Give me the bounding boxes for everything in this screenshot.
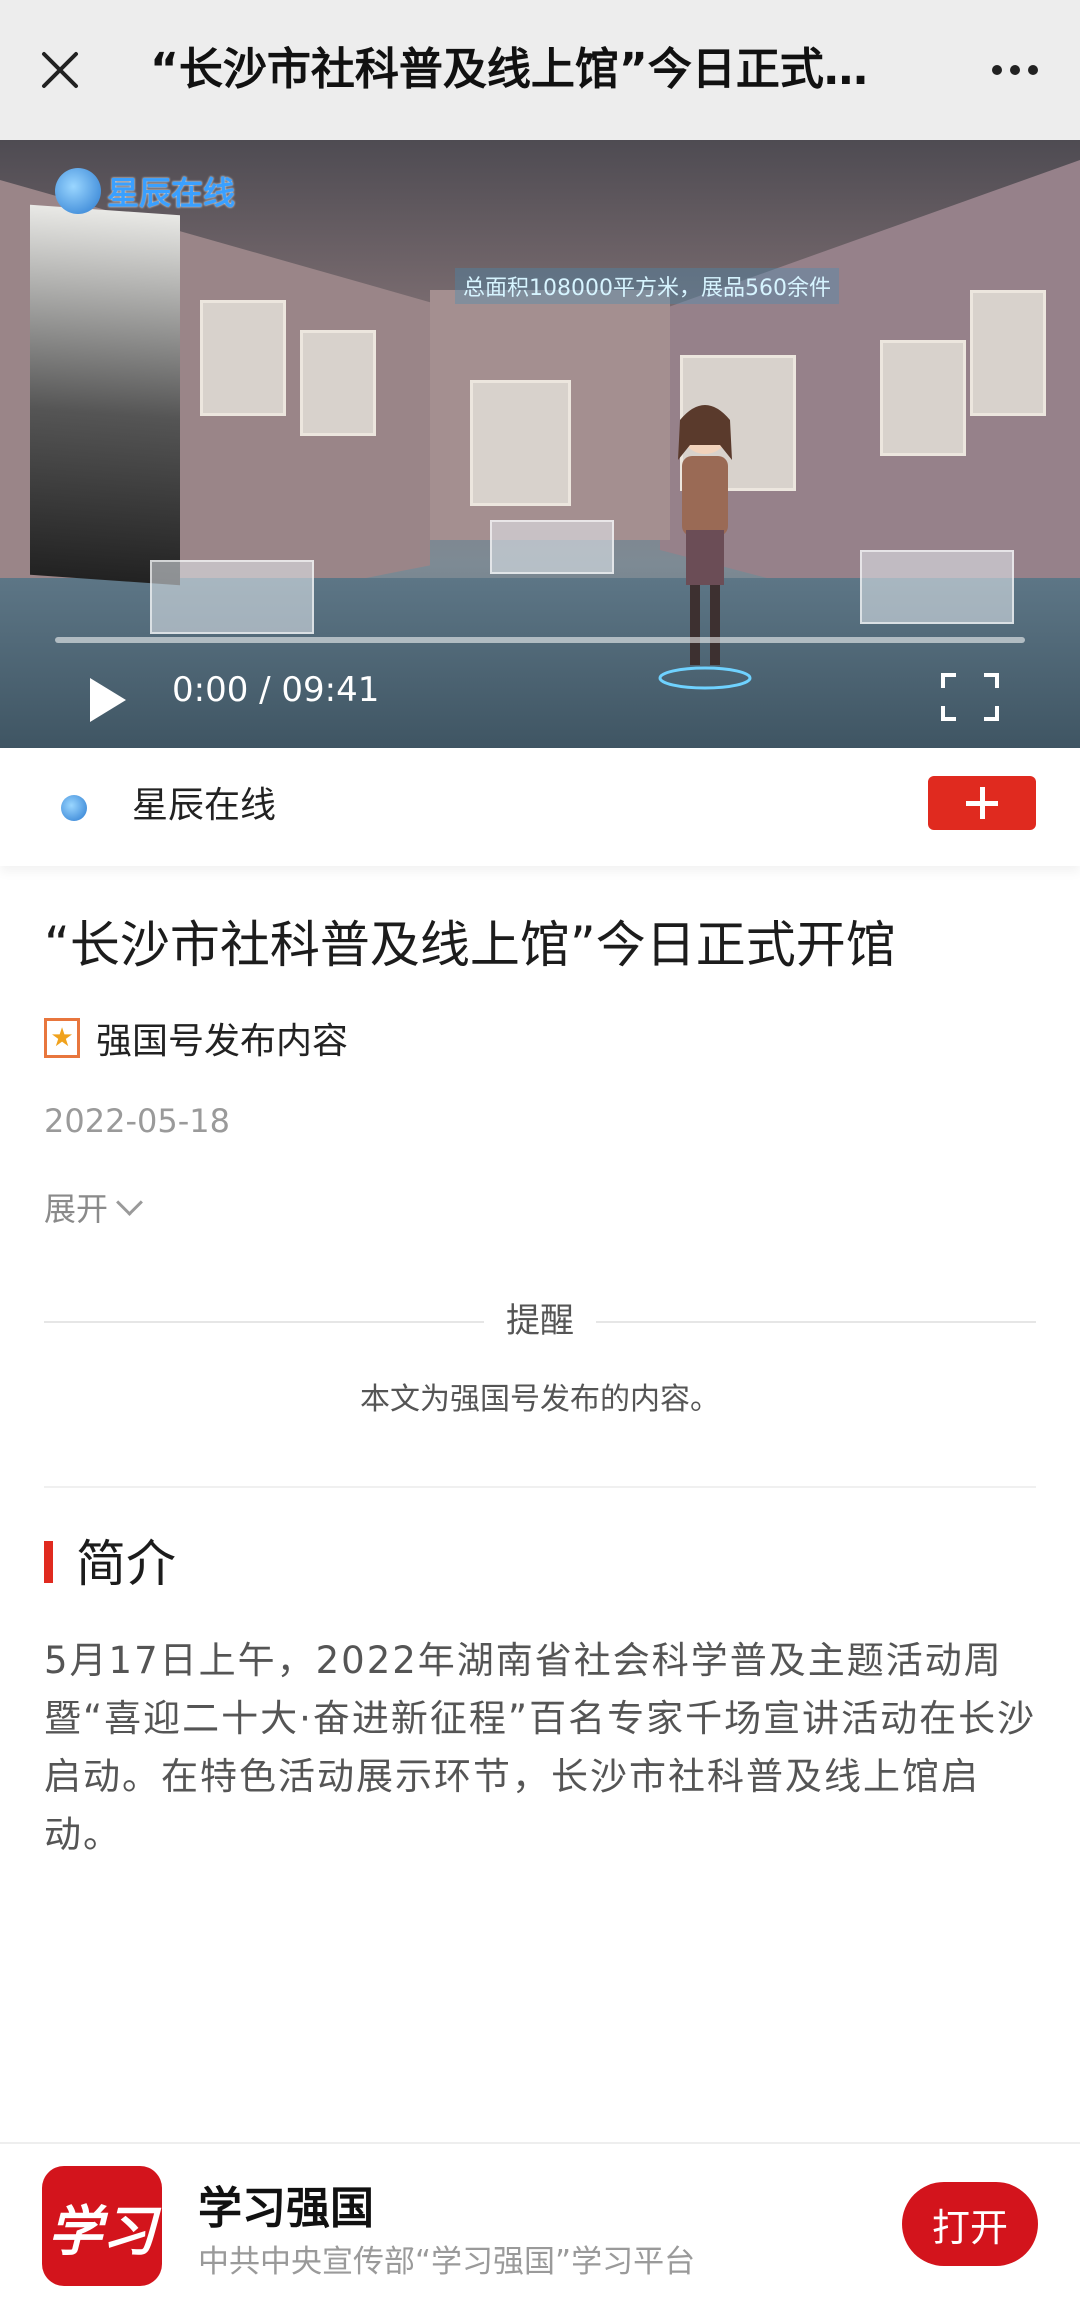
exhibit-portrait <box>30 204 180 586</box>
publish-date: 2022-05-18 <box>44 1102 230 1140</box>
chevron-down-icon <box>116 1188 143 1216</box>
app-name: 学习强国 <box>198 2183 374 2234</box>
divider <box>44 1486 1036 1488</box>
exhibit-frame <box>300 330 376 436</box>
top-bar: “长沙市社科普及线上馆”今日正式… <box>0 0 1080 140</box>
channel-row: 星辰在线 <box>0 748 1080 866</box>
close-icon[interactable] <box>30 40 90 100</box>
exhibit-frame <box>200 300 286 416</box>
notice-body: 本文为强国号发布的内容。 <box>360 1382 720 1417</box>
exhibit-frame <box>880 340 966 456</box>
play-icon[interactable] <box>86 675 130 725</box>
exhibit-frame <box>470 380 571 506</box>
display-case <box>490 520 614 574</box>
open-app-button[interactable]: 打开 <box>902 2182 1038 2266</box>
article-headline: “长沙市社科普及线上馆”今日正式开馆 <box>44 916 896 974</box>
virtual-guide <box>658 405 752 690</box>
logo-mark-icon <box>61 795 87 821</box>
channel-name[interactable]: 星辰在线 <box>132 778 276 834</box>
page-title: “长沙市社科普及线上馆”今日正式… <box>150 44 868 95</box>
video-progress[interactable] <box>55 637 1025 643</box>
notice-title: 提醒 <box>486 1301 594 1341</box>
video-banner: 总面积108000平方米，展品560余件 <box>455 268 839 304</box>
app-icon[interactable]: 学习 <box>42 2166 162 2286</box>
app-download-bar: 学习 学习强国 中共中央宣传部“学习强国”学习平台 打开 <box>0 2142 1080 2304</box>
expand-button[interactable]: 展开 <box>44 1184 143 1230</box>
video-time: 0:00 / 09:41 <box>172 670 380 710</box>
star-badge-icon: ★ <box>44 1018 80 1058</box>
channel-avatar[interactable] <box>42 776 106 840</box>
source-label: 强国号发布内容 <box>96 1021 349 1062</box>
notice-header: 提醒 <box>44 1296 1036 1346</box>
video-logo: 星辰在线 <box>55 168 235 214</box>
follow-button[interactable] <box>928 776 1036 830</box>
logo-mark-icon <box>55 168 101 214</box>
intro-text: 5月17日上午，2022年湖南省社会科学普及主题活动周暨“喜迎二十大·奋进新征程… <box>44 1639 1037 1856</box>
video-player[interactable]: 总面积108000平方米，展品560余件 星辰在线 0:00 / 09:41 <box>0 140 1080 748</box>
section-title: 简介 <box>76 1535 176 1593</box>
app-description: 中共中央宣传部“学习强国”学习平台 <box>198 2244 696 2280</box>
exhibit-frame <box>970 290 1046 416</box>
more-icon[interactable] <box>980 40 1050 100</box>
section-accent-bar <box>44 1541 53 1583</box>
display-case <box>150 560 314 634</box>
display-case <box>860 550 1014 624</box>
source-row: ★ 强国号发布内容 <box>44 1012 348 1064</box>
fullscreen-icon[interactable] <box>940 672 1000 722</box>
